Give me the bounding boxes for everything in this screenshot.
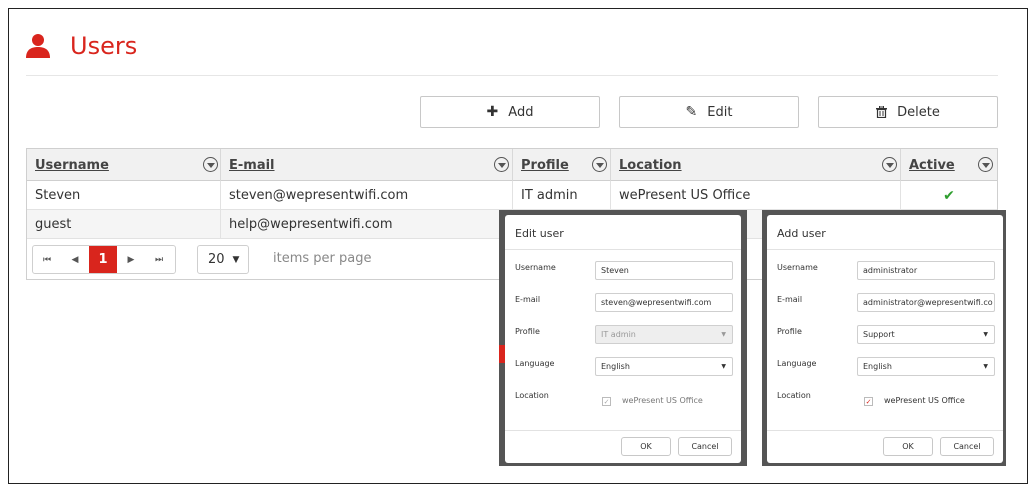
username-field[interactable]: administrator (857, 261, 995, 280)
add-button[interactable]: ✚ Add (420, 96, 600, 128)
cell-email: steven@wepresentwifi.com (221, 181, 513, 210)
cancel-button[interactable]: Cancel (940, 437, 994, 456)
current-page[interactable]: 1 (89, 246, 117, 273)
location-option-label: wePresent US Office (622, 396, 703, 405)
username-label: Username (515, 263, 556, 272)
last-page-icon[interactable]: ⏭ (145, 246, 173, 273)
next-page-icon[interactable]: ▶ (117, 246, 145, 273)
items-per-page-label: items per page (273, 251, 372, 266)
column-header-username[interactable]: Username (27, 149, 221, 181)
username-field[interactable]: Steven (595, 261, 733, 280)
cancel-button[interactable]: Cancel (678, 437, 732, 456)
profile-select[interactable]: Support ▼ (857, 325, 995, 344)
ok-button[interactable]: OK (883, 437, 933, 456)
email-filter-icon[interactable] (494, 157, 509, 172)
language-select[interactable]: English ▼ (857, 357, 995, 376)
ok-button[interactable]: OK (621, 437, 671, 456)
username-label: Username (777, 263, 818, 272)
dialog-title: Add user (777, 227, 826, 240)
page-size-select[interactable]: 20 ▼ (197, 245, 249, 274)
language-select[interactable]: English ▼ (595, 357, 733, 376)
column-header-location[interactable]: Location (611, 149, 901, 181)
page-title: Users (70, 32, 138, 60)
cell-location: wePresent US Office (611, 181, 901, 210)
delete-button-label: Delete (897, 104, 940, 120)
table-header: Username E-mail Profile Location Active (27, 149, 997, 181)
first-page-icon[interactable]: ⏮ (33, 246, 61, 273)
prev-page-icon[interactable]: ◀ (61, 246, 89, 273)
cell-username: Steven (27, 181, 221, 210)
profile-label: Profile (515, 327, 540, 336)
active-filter-icon[interactable] (978, 157, 993, 172)
active-check-icon: ✔ (943, 187, 955, 204)
chevron-down-icon: ▼ (983, 363, 988, 370)
delete-button[interactable]: Delete (818, 96, 998, 128)
location-option-label: wePresent US Office (884, 396, 965, 405)
chevron-down-icon: ▼ (232, 254, 240, 265)
cell-profile: IT admin (513, 181, 611, 210)
location-checkbox[interactable]: ✓ (864, 397, 873, 406)
cell-email: help@wepresentwifi.com (221, 210, 513, 239)
email-label: E-mail (777, 295, 803, 304)
edit-dialog-backdrop: Edit user Username Steven E-mail steven@… (499, 210, 747, 466)
header-divider (26, 75, 998, 76)
profile-label: Profile (777, 327, 802, 336)
email-field[interactable]: administrator@wepresentwifi.co (857, 293, 995, 312)
email-field[interactable]: steven@wepresentwifi.com (595, 293, 733, 312)
profile-filter-icon[interactable] (592, 157, 607, 172)
pager-buttons: ⏮ ◀ 1 ▶ ⏭ (32, 245, 176, 274)
location-checkbox[interactable]: ✓ (602, 397, 611, 406)
pencil-icon: ✎ (685, 104, 698, 120)
chevron-down-icon: ▼ (983, 331, 988, 338)
user-icon (26, 34, 50, 58)
language-label: Language (515, 359, 555, 368)
chevron-down-icon: ▼ (721, 363, 726, 370)
edit-user-dialog: Edit user Username Steven E-mail steven@… (505, 215, 741, 463)
email-label: E-mail (515, 295, 541, 304)
add-user-dialog: Add user Username administrator E-mail a… (767, 215, 1003, 463)
profile-select[interactable]: IT admin ▼ (595, 325, 733, 344)
add-dialog-backdrop: Add user Username administrator E-mail a… (762, 210, 1006, 466)
plus-icon: ✚ (486, 104, 499, 120)
trash-icon (876, 106, 888, 118)
page-header: Users (24, 30, 137, 62)
location-filter-icon[interactable] (882, 157, 897, 172)
dialog-title: Edit user (515, 227, 564, 240)
edit-button[interactable]: ✎ Edit (619, 96, 799, 128)
column-header-email[interactable]: E-mail (221, 149, 513, 181)
add-button-label: Add (508, 104, 534, 120)
table-row[interactable]: Steven steven@wepresentwifi.com IT admin… (27, 181, 997, 210)
location-label: Location (777, 391, 811, 400)
language-label: Language (777, 359, 817, 368)
edit-button-label: Edit (707, 104, 733, 120)
username-filter-icon[interactable] (203, 157, 218, 172)
cell-username: guest (27, 210, 221, 239)
location-label: Location (515, 391, 549, 400)
chevron-down-icon: ▼ (721, 331, 726, 338)
